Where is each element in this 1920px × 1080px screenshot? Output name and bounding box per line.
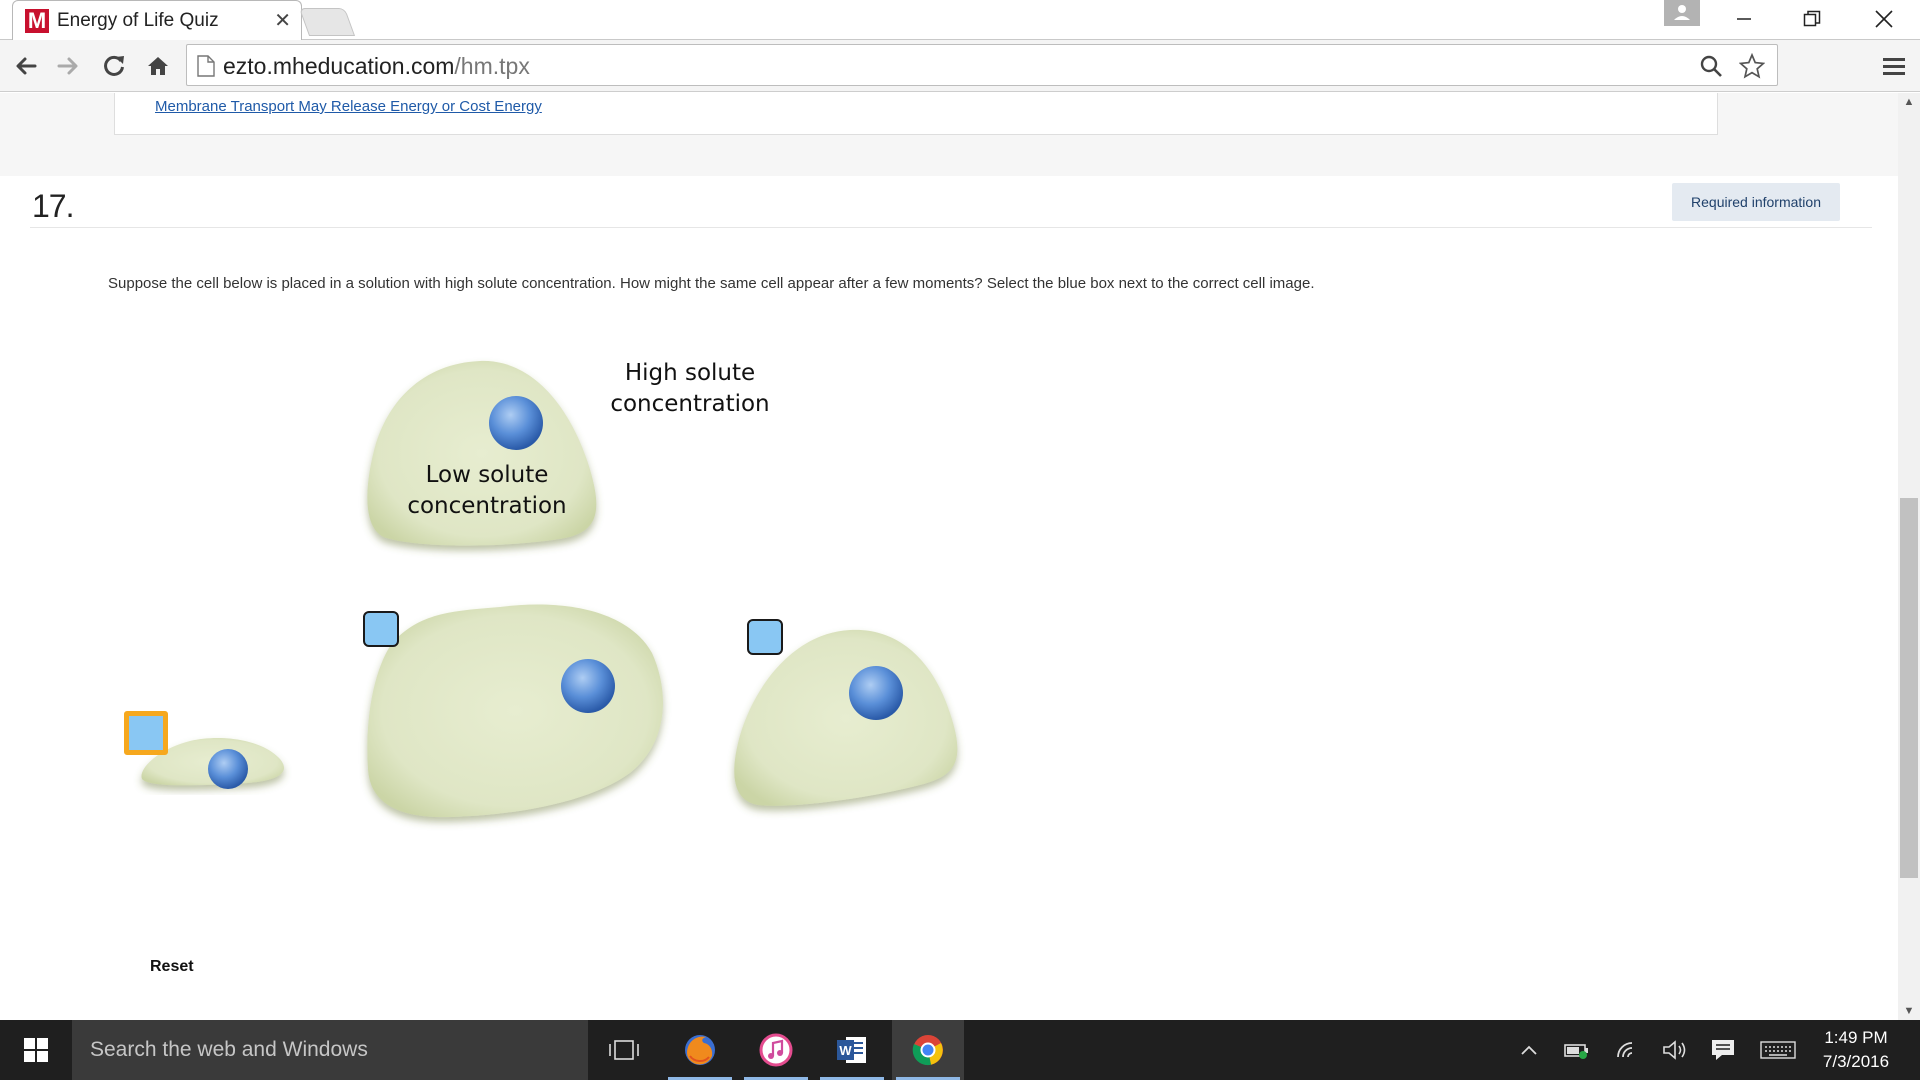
minimize-icon[interactable] bbox=[1716, 0, 1772, 38]
tab-title: Energy of Life Quiz bbox=[57, 9, 219, 31]
arrow-left-icon[interactable] bbox=[10, 50, 42, 82]
shrunken-cell-nucleus bbox=[208, 749, 248, 789]
page-icon bbox=[197, 55, 215, 77]
restore-icon[interactable] bbox=[1784, 0, 1840, 38]
tab-energy-of-life-quiz[interactable]: M Energy of Life Quiz ✕ bbox=[12, 0, 302, 40]
scroll-up-icon[interactable]: ▲ bbox=[1898, 93, 1920, 111]
chevron-up-icon[interactable] bbox=[1514, 1036, 1544, 1064]
word-icon[interactable]: W bbox=[816, 1020, 888, 1080]
reference-cell-nucleus bbox=[489, 396, 543, 450]
itunes-icon[interactable] bbox=[740, 1020, 812, 1080]
normal-cell-membrane bbox=[734, 629, 958, 806]
address-bar[interactable]: ezto.mheducation.com/hm.tpx bbox=[186, 44, 1778, 86]
url-domain: ezto.mheducation.com bbox=[223, 53, 455, 79]
star-icon[interactable] bbox=[1739, 53, 1765, 79]
scroll-thumb[interactable] bbox=[1900, 498, 1918, 878]
profile-icon[interactable] bbox=[1664, 0, 1700, 26]
page-scrollbar[interactable]: ▲ ▼ bbox=[1898, 93, 1920, 1020]
task-view-icon[interactable] bbox=[588, 1020, 660, 1080]
reset-button[interactable]: Reset bbox=[150, 958, 194, 976]
notification-center-icon[interactable] bbox=[1708, 1036, 1738, 1064]
clock-time: 1:49 PM bbox=[1824, 1028, 1888, 1047]
choice-box-3[interactable] bbox=[747, 619, 783, 655]
high-solute-label-line2: concentration bbox=[610, 391, 770, 417]
taskbar-search-box[interactable]: Search the web and Windows bbox=[72, 1020, 588, 1080]
mheducation-favicon-icon: M bbox=[25, 8, 49, 33]
url-path: /hm.tpx bbox=[454, 53, 530, 79]
high-solute-label-line1: High solute bbox=[624, 360, 756, 386]
close-window-icon[interactable] bbox=[1856, 0, 1912, 38]
volume-icon[interactable] bbox=[1660, 1036, 1690, 1064]
clock-date: 7/3/2016 bbox=[1822, 1052, 1890, 1071]
browser-toolbar: ezto.mheducation.com/hm.tpx bbox=[0, 40, 1920, 92]
wifi-icon[interactable] bbox=[1612, 1036, 1642, 1064]
low-solute-label-line2: concentration bbox=[407, 493, 567, 519]
option-cell-3 bbox=[734, 629, 958, 806]
firefox-icon[interactable] bbox=[664, 1020, 736, 1080]
low-solute-label: Low solute concentration bbox=[387, 460, 587, 522]
home-icon[interactable] bbox=[142, 50, 174, 82]
option-cell-2 bbox=[367, 604, 663, 818]
windows-taskbar: Search the web and Windows W 1:49 PM 7/3… bbox=[0, 1020, 1920, 1080]
choice-box-2[interactable] bbox=[363, 611, 399, 647]
taskbar-search-placeholder: Search the web and Windows bbox=[90, 1038, 368, 1061]
page-viewport: Membrane Transport May Release Energy or… bbox=[0, 93, 1898, 1020]
keyboard-icon[interactable] bbox=[1760, 1036, 1796, 1064]
swollen-cell-nucleus bbox=[561, 659, 615, 713]
hamburger-icon[interactable] bbox=[1878, 50, 1910, 82]
figure-graphics bbox=[141, 360, 958, 818]
tab-close-icon[interactable]: ✕ bbox=[274, 9, 291, 33]
arrow-right-icon[interactable] bbox=[52, 50, 84, 82]
new-tab-button[interactable] bbox=[298, 8, 356, 36]
battery-icon[interactable] bbox=[1562, 1036, 1592, 1064]
svg-text:W: W bbox=[839, 1043, 852, 1058]
windows-start-icon[interactable] bbox=[0, 1020, 72, 1080]
low-solute-label-line1: Low solute bbox=[425, 462, 549, 488]
normal-cell-nucleus bbox=[849, 666, 903, 720]
high-solute-label: High solute concentration bbox=[590, 358, 790, 420]
url-text[interactable]: ezto.mheducation.com/hm.tpx bbox=[223, 53, 530, 80]
reload-icon[interactable] bbox=[98, 50, 130, 82]
chrome-icon[interactable] bbox=[892, 1020, 964, 1080]
swollen-cell-membrane bbox=[367, 604, 663, 818]
scroll-down-icon[interactable]: ▼ bbox=[1898, 1002, 1920, 1020]
magnifier-icon[interactable] bbox=[1699, 54, 1723, 78]
system-clock[interactable]: 1:49 PM 7/3/2016 bbox=[1806, 1026, 1906, 1074]
browser-titlebar: M Energy of Life Quiz ✕ bbox=[0, 0, 1920, 40]
choice-box-1-selected[interactable] bbox=[124, 711, 168, 755]
cell-figure: High solute concentration Low solute con… bbox=[0, 93, 1898, 1020]
